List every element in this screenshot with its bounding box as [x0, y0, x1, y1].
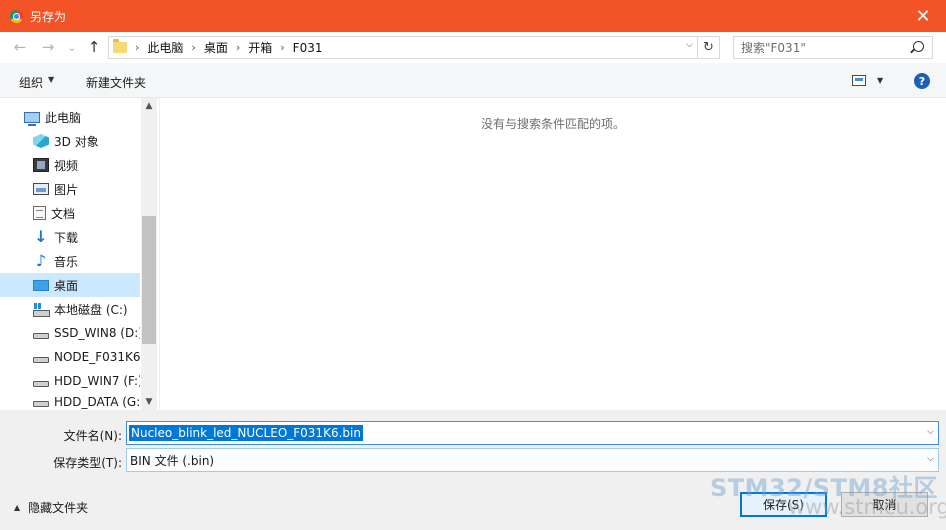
back-arrow-icon[interactable]: ←: [10, 37, 30, 57]
forward-arrow-icon[interactable]: →: [38, 37, 58, 57]
3d-objects-icon: [33, 134, 49, 148]
filename-history-chevron-icon[interactable]: ⌵: [927, 427, 934, 437]
view-options-dropdown-icon[interactable]: ▼: [877, 76, 883, 85]
file-list-pane[interactable]: 没有与搜索条件匹配的项。: [159, 98, 946, 410]
command-toolbar: 组织 ▼ 新建文件夹 ▼ ?: [0, 63, 946, 98]
breadcrumb-unboxing[interactable]: 开箱: [248, 39, 272, 56]
search-icon[interactable]: [913, 41, 924, 52]
search-input[interactable]: 搜索"F031": [733, 36, 933, 59]
filetype-select[interactable]: BIN 文件 (.bin) ⌵: [126, 448, 939, 472]
sidebar-item-3d-objects[interactable]: 3D 对象: [0, 129, 140, 153]
sidebar-item-videos[interactable]: 视频: [0, 153, 140, 177]
sidebar-item-label: 本地磁盘 (C:): [54, 302, 128, 317]
download-icon: ↓: [34, 227, 48, 246]
breadcrumb-separator[interactable]: ›: [191, 41, 195, 54]
sidebar-item-music[interactable]: ♪ 音乐: [0, 249, 140, 273]
sidebar-item-label: 此电脑: [45, 110, 82, 125]
new-folder-button[interactable]: 新建文件夹: [86, 74, 146, 91]
drive-icon: [33, 401, 49, 407]
help-icon[interactable]: ?: [914, 73, 930, 89]
drive-icon: [33, 381, 49, 387]
windows-drive-icon: [33, 302, 50, 317]
recent-locations-chevron-icon[interactable]: ⌄: [62, 37, 82, 57]
sidebar-item-label: 桌面: [54, 278, 79, 293]
sidebar-item-ssd-win8-d[interactable]: SSD_WIN8 (D:): [0, 321, 140, 345]
sidebar-item-node-f031k6[interactable]: NODE_F031K6: [0, 345, 140, 369]
breadcrumb-desktop[interactable]: 桌面: [204, 39, 228, 56]
refresh-icon[interactable]: ↻: [698, 36, 720, 59]
title-bar: 另存为 ✕: [0, 0, 946, 32]
sidebar-item-desktop[interactable]: 桌面: [0, 273, 140, 297]
filename-field[interactable]: Nucleo_blink_led_NUCLEO_F031K6.bin ⌵: [126, 421, 939, 445]
sidebar-item-label: 3D 对象: [54, 134, 99, 149]
sidebar-item-label: SSD_WIN8 (D:): [54, 326, 140, 340]
sidebar-item-label: 图片: [54, 182, 79, 197]
hide-folders-label: 隐藏文件夹: [28, 501, 89, 515]
sidebar-item-label: HDD_WIN7 (F:): [54, 374, 140, 388]
hide-folders-toggle[interactable]: ▲ 隐藏文件夹: [14, 499, 88, 516]
navigation-pane: 此电脑 3D 对象 视频 图片 文档 ↓ 下载 ♪ 音乐 桌面 本地磁盘 (C:…: [0, 98, 157, 410]
window-title: 另存为: [30, 9, 67, 24]
cancel-button[interactable]: 取消: [841, 492, 928, 517]
chevron-up-icon: ▲: [14, 503, 21, 512]
sidebar-item-this-pc[interactable]: 此电脑: [0, 105, 140, 129]
organize-button[interactable]: 组织: [19, 74, 43, 91]
pictures-icon: [33, 183, 49, 195]
documents-icon: [33, 206, 46, 220]
filename-value[interactable]: Nucleo_blink_led_NUCLEO_F031K6.bin: [129, 425, 363, 441]
organize-dropdown-icon[interactable]: ▼: [48, 75, 54, 84]
sidebar-item-label: 下载: [54, 230, 79, 245]
save-button[interactable]: 保存(S): [740, 492, 827, 517]
sidebar-item-downloads[interactable]: ↓ 下载: [0, 225, 140, 249]
up-arrow-icon[interactable]: ↑: [84, 37, 104, 57]
address-dropdown-icon[interactable]: ⌵: [686, 40, 693, 50]
computer-icon: [24, 111, 40, 126]
breadcrumb-this-pc[interactable]: 此电脑: [147, 39, 183, 56]
sidebar-item-local-disk-c[interactable]: 本地磁盘 (C:): [0, 297, 140, 321]
filename-label: 文件名(N):: [63, 429, 122, 443]
navigation-pane-scrollbar[interactable]: ▲ ▼: [141, 98, 157, 410]
breadcrumb-separator[interactable]: ›: [280, 41, 284, 54]
breadcrumb-separator: ›: [135, 41, 140, 54]
sidebar-item-documents[interactable]: 文档: [0, 201, 140, 225]
desktop-icon: [33, 279, 49, 291]
sidebar-item-label: HDD_DATA (G:): [54, 395, 140, 409]
empty-results-message: 没有与搜索条件匹配的项。: [480, 117, 625, 131]
sidebar-item-label: 音乐: [54, 254, 79, 269]
drive-icon: [33, 357, 49, 363]
sidebar-item-label: 视频: [54, 158, 79, 173]
scroll-down-icon[interactable]: ▼: [141, 394, 157, 410]
breadcrumb-f031[interactable]: F031: [293, 41, 323, 55]
close-button[interactable]: ✕: [900, 0, 946, 32]
filetype-label: 保存类型(T):: [53, 456, 122, 470]
folder-icon: [113, 39, 127, 53]
sidebar-item-pictures[interactable]: 图片: [0, 177, 140, 201]
scrollbar-thumb[interactable]: [142, 216, 156, 344]
video-icon: [33, 158, 49, 172]
breadcrumb-separator[interactable]: ›: [236, 41, 240, 54]
search-placeholder: 搜索"F031": [741, 41, 806, 55]
filetype-chevron-icon[interactable]: ⌵: [927, 454, 934, 464]
drive-icon: [33, 333, 49, 339]
sidebar-item-label: 文档: [51, 206, 76, 221]
chrome-app-icon: [10, 9, 23, 23]
save-form-panel: 文件名(N): Nucleo_blink_led_NUCLEO_F031K6.b…: [0, 410, 946, 530]
filetype-value: BIN 文件 (.bin): [130, 453, 215, 468]
sidebar-item-label: NODE_F031K6: [54, 350, 140, 364]
navigation-bar: ← → ⌄ ↑ › 此电脑 › 桌面 › 开箱 › F031 ⌵ ↻ 搜索"F0…: [0, 32, 946, 63]
music-icon: ♪: [35, 251, 47, 270]
change-view-icon[interactable]: [852, 75, 866, 86]
sidebar-item-hdd-data-g[interactable]: HDD_DATA (G:): [0, 393, 140, 410]
scroll-up-icon[interactable]: ▲: [141, 98, 157, 114]
address-bar[interactable]: › 此电脑 › 桌面 › 开箱 › F031 ⌵: [108, 36, 698, 59]
sidebar-item-hdd-win7-f[interactable]: HDD_WIN7 (F:): [0, 369, 140, 393]
